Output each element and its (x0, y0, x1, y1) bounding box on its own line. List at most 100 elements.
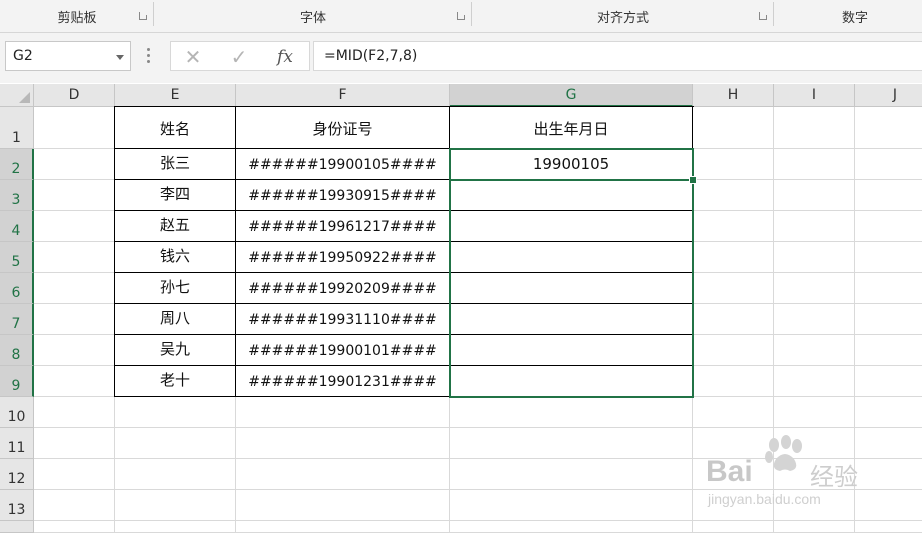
cell-g6[interactable] (450, 273, 693, 304)
cell-d14[interactable] (34, 521, 115, 533)
cell-j14[interactable] (855, 521, 922, 533)
cell-e5[interactable]: 钱六 (115, 242, 236, 273)
column-header-d[interactable]: D (34, 84, 115, 107)
cell-f13[interactable] (236, 490, 450, 521)
cell-d4[interactable] (34, 211, 115, 242)
cell-d2[interactable] (34, 149, 115, 180)
cell-i7[interactable] (774, 304, 855, 335)
cell-h14[interactable] (693, 521, 774, 533)
column-header-i[interactable]: I (774, 84, 855, 107)
cell-f12[interactable] (236, 459, 450, 490)
row-header-14[interactable] (0, 521, 34, 533)
cell-g5[interactable] (450, 242, 693, 273)
cell-d7[interactable] (34, 304, 115, 335)
cell-j8[interactable] (855, 335, 922, 366)
cell-h10[interactable] (693, 397, 774, 428)
cell-i9[interactable] (774, 366, 855, 397)
clipboard-dialog-launcher-icon[interactable] (139, 12, 147, 20)
fill-handle[interactable] (689, 176, 697, 184)
cell-e7[interactable]: 周八 (115, 304, 236, 335)
cell-g13[interactable] (450, 490, 693, 521)
cell-j5[interactable] (855, 242, 922, 273)
column-header-h[interactable]: H (693, 84, 774, 107)
column-header-g[interactable]: G (450, 84, 693, 107)
cell-f9[interactable]: ######19901231#### (236, 366, 450, 397)
row-header-1[interactable]: 1 (0, 107, 34, 149)
cell-j3[interactable] (855, 180, 922, 211)
cell-d12[interactable] (34, 459, 115, 490)
row-header-12[interactable]: 12 (0, 459, 34, 490)
cell-e9[interactable]: 老十 (115, 366, 236, 397)
row-header-8[interactable]: 8 (0, 335, 34, 366)
cell-h1[interactable] (693, 107, 774, 149)
cell-f3[interactable]: ######19930915#### (236, 180, 450, 211)
cell-h8[interactable] (693, 335, 774, 366)
cell-i1[interactable] (774, 107, 855, 149)
cell-f5[interactable]: ######19950922#### (236, 242, 450, 273)
row-header-5[interactable]: 5 (0, 242, 34, 273)
cell-i2[interactable] (774, 149, 855, 180)
cell-h9[interactable] (693, 366, 774, 397)
row-header-11[interactable]: 11 (0, 428, 34, 459)
cell-d13[interactable] (34, 490, 115, 521)
cell-h5[interactable] (693, 242, 774, 273)
column-header-j[interactable]: J (855, 84, 922, 107)
row-header-13[interactable]: 13 (0, 490, 34, 521)
cell-e11[interactable] (115, 428, 236, 459)
row-header-7[interactable]: 7 (0, 304, 34, 335)
cell-e13[interactable] (115, 490, 236, 521)
cell-d1[interactable] (34, 107, 115, 149)
cell-g14[interactable] (450, 521, 693, 533)
cell-i10[interactable] (774, 397, 855, 428)
cell-f8[interactable]: ######19900101#### (236, 335, 450, 366)
cell-j2[interactable] (855, 149, 922, 180)
row-header-4[interactable]: 4 (0, 211, 34, 242)
cell-j7[interactable] (855, 304, 922, 335)
cell-d6[interactable] (34, 273, 115, 304)
cell-d9[interactable] (34, 366, 115, 397)
cell-g2[interactable]: 19900105 (450, 149, 693, 180)
cell-e10[interactable] (115, 397, 236, 428)
cell-j10[interactable] (855, 397, 922, 428)
cell-j1[interactable] (855, 107, 922, 149)
cell-e14[interactable] (115, 521, 236, 533)
font-dialog-launcher-icon[interactable] (457, 12, 465, 20)
alignment-dialog-launcher-icon[interactable] (759, 12, 767, 20)
row-header-9[interactable]: 9 (0, 366, 34, 397)
cell-e6[interactable]: 孙七 (115, 273, 236, 304)
cell-g3[interactable] (450, 180, 693, 211)
cell-i6[interactable] (774, 273, 855, 304)
cell-g7[interactable] (450, 304, 693, 335)
row-header-10[interactable]: 10 (0, 397, 34, 428)
cell-e3[interactable]: 李四 (115, 180, 236, 211)
cell-d5[interactable] (34, 242, 115, 273)
cell-f11[interactable] (236, 428, 450, 459)
cell-f6[interactable]: ######19920209#### (236, 273, 450, 304)
cell-d8[interactable] (34, 335, 115, 366)
column-header-f[interactable]: F (236, 84, 450, 107)
cell-d10[interactable] (34, 397, 115, 428)
cell-f10[interactable] (236, 397, 450, 428)
cell-g12[interactable] (450, 459, 693, 490)
cell-g11[interactable] (450, 428, 693, 459)
cell-f2[interactable]: ######19900105#### (236, 149, 450, 180)
cell-g4[interactable] (450, 211, 693, 242)
cell-h6[interactable] (693, 273, 774, 304)
cell-e4[interactable]: 赵五 (115, 211, 236, 242)
cell-i5[interactable] (774, 242, 855, 273)
chevron-down-icon[interactable] (116, 55, 124, 60)
check-icon[interactable]: ✓ (221, 44, 257, 70)
cell-e2[interactable]: 张三 (115, 149, 236, 180)
formula-input[interactable]: =MID(F2,7,8) (313, 41, 922, 71)
row-header-2[interactable]: 2 (0, 149, 34, 180)
name-box[interactable]: G2 (5, 41, 131, 71)
cell-d3[interactable] (34, 180, 115, 211)
cell-h7[interactable] (693, 304, 774, 335)
cell-e12[interactable] (115, 459, 236, 490)
cell-i8[interactable] (774, 335, 855, 366)
cell-e8[interactable]: 吴九 (115, 335, 236, 366)
cell-h4[interactable] (693, 211, 774, 242)
row-header-3[interactable]: 3 (0, 180, 34, 211)
cell-j4[interactable] (855, 211, 922, 242)
grip-dots-icon[interactable] (147, 48, 150, 66)
